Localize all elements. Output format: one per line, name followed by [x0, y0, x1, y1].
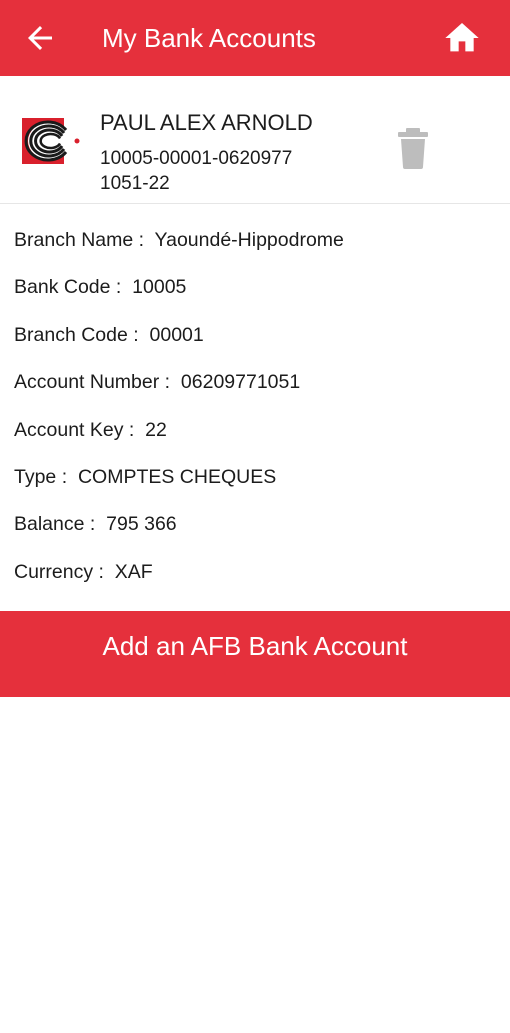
detail-type: Type : COMPTES CHEQUES: [14, 459, 276, 495]
detail-value: COMPTES CHEQUES: [77, 466, 277, 488]
detail-value: Yaoundé-Hippodrome: [154, 229, 344, 251]
account-rib: 10005-00001-06209771051-22: [100, 148, 293, 194]
add-bank-account-button[interactable]: Add an AFB Bank Account: [0, 611, 510, 697]
detail-label: Currency :: [14, 561, 104, 583]
detail-label: Type :: [14, 466, 68, 488]
page-title: My Bank Accounts: [102, 23, 316, 53]
detail-branch-name: Branch Name : Yaoundé-Hippodrome: [14, 222, 344, 258]
account-card: PAUL ALEX ARNOLD 10005-00001-06209771051…: [0, 76, 510, 204]
detail-value: 795 366: [106, 513, 177, 535]
detail-label: Account Number :: [14, 371, 171, 393]
trash-icon: [398, 128, 428, 169]
delete-account-button[interactable]: [395, 126, 431, 170]
bank-logo-icon: [20, 116, 80, 166]
detail-value: 22: [145, 419, 167, 441]
detail-balance: Balance : 795 366: [14, 506, 177, 542]
detail-value: XAF: [114, 561, 153, 583]
detail-value: 00001: [149, 324, 204, 346]
detail-label: Balance :: [14, 513, 96, 535]
detail-label: Branch Name :: [14, 229, 145, 251]
home-icon: [445, 23, 479, 52]
detail-branch-code: Branch Code : 00001: [14, 317, 204, 353]
home-button[interactable]: [442, 18, 482, 58]
detail-account-key: Account Key : 22: [14, 412, 167, 448]
back-button[interactable]: [22, 20, 58, 56]
account-holder-name: PAUL ALEX ARNOLD: [100, 110, 313, 135]
detail-value: 10005: [132, 276, 187, 298]
app-bar: My Bank Accounts: [0, 0, 510, 76]
arrow-left-icon: [28, 26, 52, 50]
detail-bank-code: Bank Code : 10005: [14, 269, 186, 305]
detail-label: Account Key :: [14, 419, 135, 441]
detail-value: 06209771051: [180, 371, 301, 393]
detail-label: Bank Code :: [14, 276, 122, 298]
detail-currency: Currency : XAF: [14, 554, 153, 590]
detail-account-number: Account Number : 06209771051: [14, 364, 300, 400]
detail-label: Branch Code :: [14, 324, 139, 346]
